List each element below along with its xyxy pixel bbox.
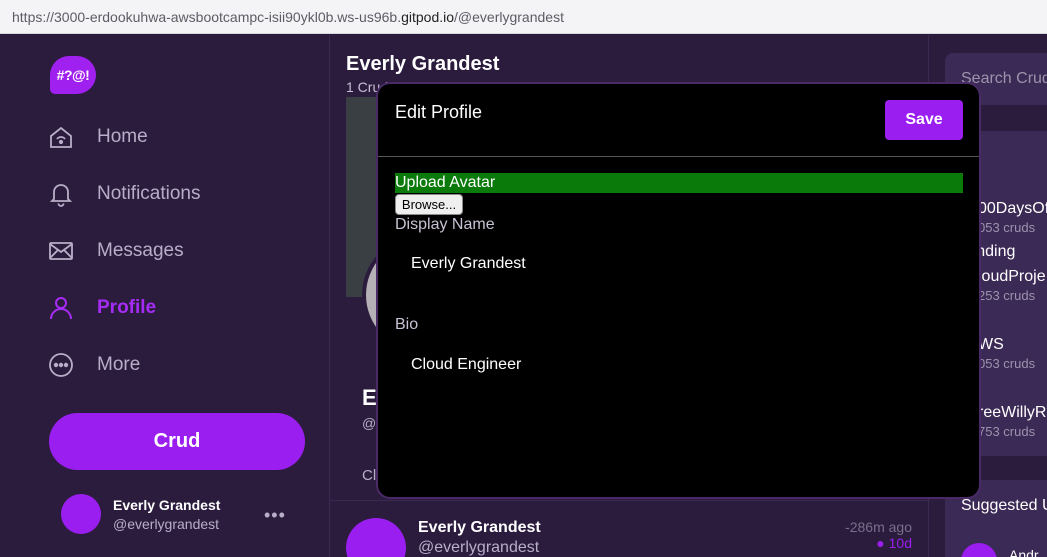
bio-label: Bio	[395, 316, 419, 333]
envelope-icon	[48, 238, 74, 264]
sidebar-item-label: Notifications	[97, 183, 201, 204]
browse-button[interactable]: Browse...	[395, 194, 463, 215]
app-root: #?@! Home Notifications Messages Profile…	[0, 35, 1047, 557]
suggested-title: Suggested U	[961, 497, 1047, 514]
divider	[330, 500, 930, 501]
avatar[interactable]	[346, 518, 406, 557]
trend-count: 053 cruds	[978, 356, 1036, 371]
url-prefix: https://3000-erdookuhwa-awsbootcampc-isi…	[12, 9, 402, 25]
current-user-handle: @everlygrandest	[113, 516, 220, 532]
user-menu-button[interactable]: •••	[264, 505, 286, 526]
avatar[interactable]	[61, 494, 101, 534]
user-icon	[48, 295, 74, 321]
sidebar-item-more[interactable]: More	[48, 349, 140, 381]
upload-avatar-label[interactable]: Upload Avatar	[395, 173, 963, 193]
url-suffix: /@everlygrandest	[454, 9, 564, 25]
post-expiry-label: 10d	[888, 535, 912, 551]
more-circle-icon	[48, 352, 74, 378]
sidebar-item-profile[interactable]: Profile	[48, 292, 156, 324]
address-bar[interactable]: https://3000-erdookuhwa-awsbootcampc-isi…	[0, 0, 1047, 34]
trend-item[interactable]: 00DaysOf	[978, 200, 1047, 218]
post-expiry: ● 10d	[876, 535, 912, 551]
suggested-user-name[interactable]: Andr	[1009, 547, 1039, 557]
display-name-label: Display Name	[395, 216, 495, 233]
post-author-name: Everly Grandest	[418, 519, 541, 536]
home-icon	[48, 124, 74, 150]
post-timestamp: -286m ago	[845, 519, 912, 535]
page-title: Everly Grandest	[346, 53, 500, 75]
trend-item[interactable]: loudProje	[978, 268, 1046, 286]
url-domain: gitpod.io	[401, 9, 455, 25]
bomb-icon: ●	[876, 535, 885, 551]
sidebar-item-label: Home	[97, 126, 148, 147]
sidebar-item-messages[interactable]: Messages	[48, 235, 184, 267]
trend-count: 053 cruds	[978, 220, 1036, 235]
current-user-name: Everly Grandest	[113, 497, 221, 513]
edit-profile-modal: Edit Profile Save Upload Avatar Browse..…	[378, 84, 979, 497]
trend-count: 753 cruds	[978, 424, 1036, 439]
trend-count: 253 cruds	[978, 288, 1036, 303]
crud-button[interactable]: Crud	[49, 413, 305, 470]
sidebar-item-label: Profile	[97, 297, 157, 318]
sidebar-item-home[interactable]: Home	[48, 121, 148, 153]
sidebar-item-label: More	[97, 354, 141, 375]
bell-icon	[48, 181, 74, 207]
save-button[interactable]: Save	[885, 100, 963, 140]
sidebar-item-notifications[interactable]: Notifications	[48, 178, 201, 210]
trend-item[interactable]: WS	[978, 336, 1004, 354]
display-name-field[interactable]: Everly Grandest	[395, 239, 963, 289]
post-author-handle: @everlygrandest	[418, 539, 540, 556]
modal-title: Edit Profile	[395, 102, 483, 122]
sidebar-item-label: Messages	[97, 240, 184, 261]
divider	[378, 156, 979, 157]
app-logo[interactable]: #?@!	[50, 56, 96, 94]
bio-field[interactable]: Cloud Engineer	[395, 340, 963, 390]
trend-item[interactable]: reeWillyR	[978, 404, 1046, 422]
